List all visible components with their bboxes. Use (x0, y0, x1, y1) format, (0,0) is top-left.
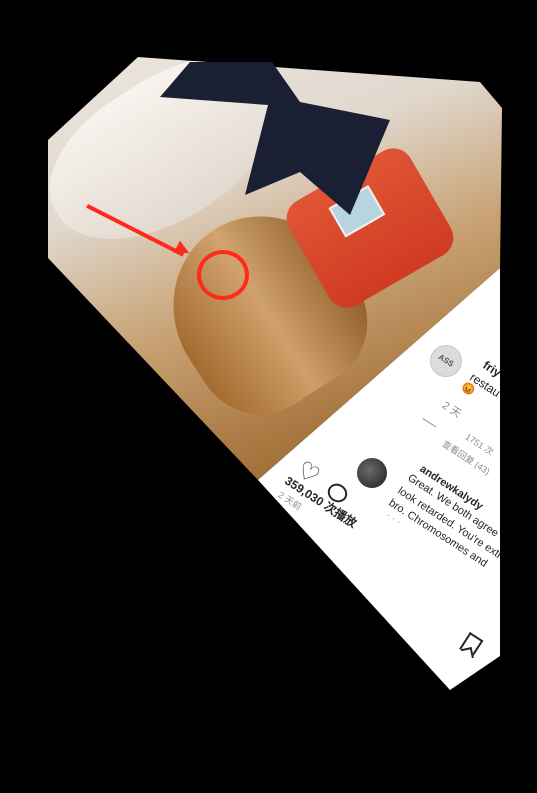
annotation-circle (197, 250, 249, 300)
screenshot-stage: ASS friy restau 😡 2 天 1751 次 查看回复 (43) a… (0, 0, 537, 793)
avatar[interactable]: ASS (430, 345, 462, 377)
comment-mention[interactable]: @ah (501, 518, 527, 541)
bookmark-icon[interactable] (459, 632, 484, 658)
avatar[interactable] (357, 458, 387, 488)
replies-divider (422, 418, 437, 428)
caption-age: 2 天 (439, 399, 464, 421)
